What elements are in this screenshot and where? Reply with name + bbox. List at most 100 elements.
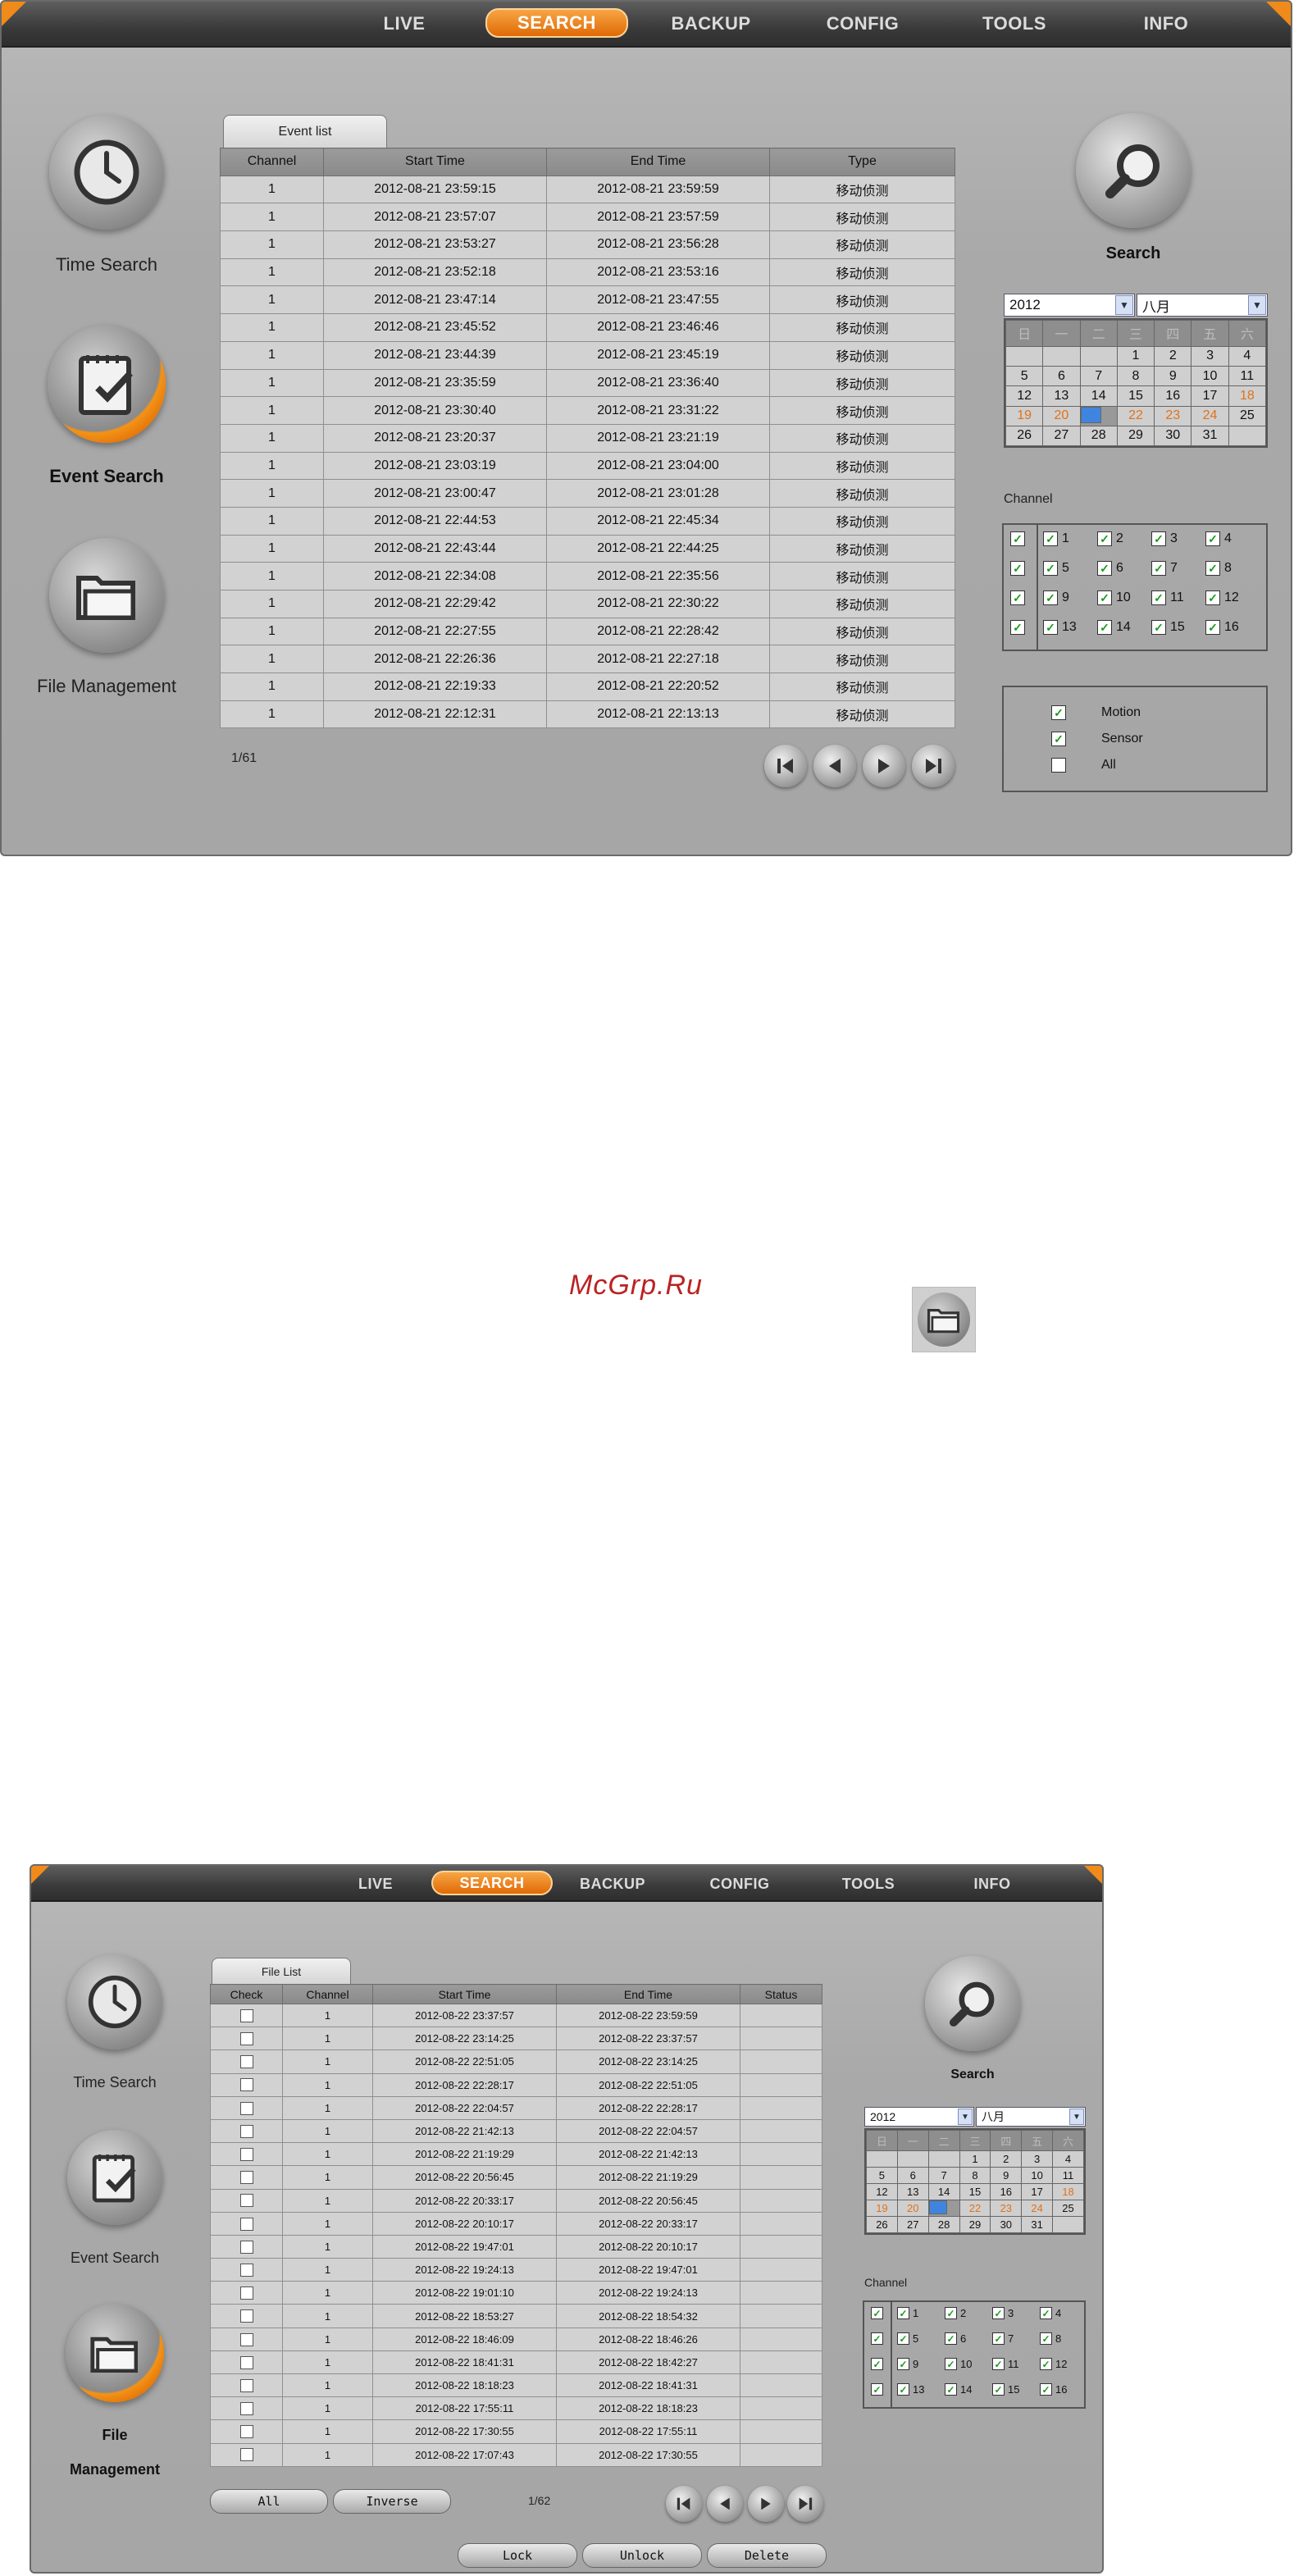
calendar-day[interactable]: 21: [1080, 406, 1102, 423]
channel-option[interactable]: ✓ 2: [945, 2307, 966, 2319]
channel-row-toggle[interactable]: ✓: [871, 2383, 886, 2396]
month-select[interactable]: 八月 ▼: [1137, 294, 1268, 317]
calendar-day[interactable]: 10: [1021, 2167, 1054, 2184]
sensor-option[interactable]: ✓ Sensor: [1051, 732, 1143, 746]
nav-info[interactable]: INFO: [1125, 10, 1207, 38]
calendar-day[interactable]: 7: [1079, 366, 1118, 387]
calendar-day[interactable]: 2: [1154, 345, 1192, 367]
first-page-button[interactable]: [666, 2486, 702, 2522]
col-type[interactable]: Type: [769, 148, 955, 176]
table-row[interactable]: 1 2012-08-21 22:34:08 2012-08-21 22:35:56 移…: [220, 562, 955, 590]
channel-option[interactable]: ✓ 7: [1151, 561, 1178, 576]
channel-option[interactable]: ✓ 4: [1205, 531, 1232, 546]
calendar-day[interactable]: 31: [1191, 425, 1229, 447]
calendar-day[interactable]: 6: [896, 2167, 929, 2184]
channel-option[interactable]: ✓ 10: [945, 2358, 972, 2370]
table-row[interactable]: 1 2012-08-22 23:14:25 2012-08-22 23:37:57: [210, 2027, 822, 2051]
nav-search[interactable]: SEARCH: [431, 1871, 553, 1895]
calendar-day[interactable]: 4: [1052, 2150, 1084, 2168]
event-search-button[interactable]: [67, 2130, 162, 2225]
table-row[interactable]: 1 2012-08-21 23:53:27 2012-08-21 23:56:28 移…: [220, 230, 955, 259]
table-row[interactable]: 1 2012-08-21 22:26:36 2012-08-21 22:27:18 移…: [220, 645, 955, 674]
nav-backup[interactable]: BACKUP: [567, 1872, 658, 1895]
calendar-day[interactable]: 11: [1228, 366, 1267, 387]
row-checkbox[interactable]: [239, 2194, 253, 2208]
col-end-time[interactable]: End Time: [546, 148, 770, 176]
calendar-day[interactable]: 23: [990, 2200, 1023, 2217]
row-checkbox[interactable]: [239, 2008, 253, 2022]
calendar-day[interactable]: 14: [927, 2183, 960, 2200]
channel-row-toggle[interactable]: ✓: [1010, 561, 1029, 576]
calendar-day[interactable]: 3: [1021, 2150, 1054, 2168]
col-start-time[interactable]: Start Time: [372, 1984, 557, 2004]
table-row[interactable]: 1 2012-08-21 23:59:15 2012-08-21 23:59:59 移…: [220, 175, 955, 204]
table-row[interactable]: 1 2012-08-21 23:03:19 2012-08-21 23:04:00 移…: [220, 451, 955, 481]
prev-page-button[interactable]: [707, 2486, 743, 2522]
row-checkbox[interactable]: [239, 2378, 253, 2392]
channel-option[interactable]: ✓ 11: [1151, 590, 1184, 605]
channel-row-toggle[interactable]: ✓: [1010, 620, 1029, 635]
unlock-button[interactable]: Unlock: [582, 2543, 702, 2568]
table-row[interactable]: 1 2012-08-21 23:47:14 2012-08-21 23:47:55 移…: [220, 285, 955, 315]
calendar-day[interactable]: 20: [896, 2200, 929, 2217]
channel-option[interactable]: ✓ 12: [1205, 590, 1239, 605]
calendar-day[interactable]: 5: [866, 2167, 898, 2184]
calendar-day[interactable]: 9: [1154, 366, 1192, 387]
table-row[interactable]: 1 2012-08-21 23:44:39 2012-08-21 23:45:19 移…: [220, 340, 955, 370]
tab-file-list[interactable]: File List: [212, 1958, 351, 1984]
calendar-day[interactable]: 22: [959, 2200, 991, 2217]
calendar-day[interactable]: 28: [1079, 425, 1118, 447]
channel-option[interactable]: ✓ 1: [897, 2307, 918, 2319]
nav-live[interactable]: LIVE: [359, 10, 449, 38]
row-checkbox[interactable]: [239, 2263, 253, 2277]
channel-option[interactable]: ✓ 6: [1097, 561, 1123, 576]
row-checkbox[interactable]: [239, 2148, 253, 2161]
calendar-day[interactable]: 13: [1042, 385, 1081, 407]
table-row[interactable]: 1 2012-08-21 22:44:53 2012-08-21 22:45:34 移…: [220, 506, 955, 536]
file-management-button[interactable]: [66, 2304, 164, 2402]
file-management-button[interactable]: [49, 538, 164, 653]
table-row[interactable]: 1 2012-08-22 20:56:45 2012-08-22 21:19:29: [210, 2165, 822, 2190]
col-status[interactable]: Status: [740, 1984, 822, 2004]
calendar-day[interactable]: 17: [1191, 385, 1229, 407]
calendar-day[interactable]: 9: [990, 2167, 1023, 2184]
table-row[interactable]: 1 2012-08-22 17:55:11 2012-08-22 18:18:23: [210, 2396, 822, 2421]
row-checkbox[interactable]: [239, 2355, 253, 2369]
channel-option[interactable]: ✓ 14: [1097, 620, 1131, 635]
calendar-day[interactable]: 27: [1042, 425, 1081, 447]
table-row[interactable]: 1 2012-08-22 17:07:43 2012-08-22 17:30:55: [210, 2442, 822, 2467]
channel-option[interactable]: ✓ 8: [1205, 561, 1232, 576]
calendar-day[interactable]: 10: [1191, 366, 1229, 387]
calendar-day[interactable]: 29: [1116, 425, 1155, 447]
channel-option[interactable]: ✓ 15: [1151, 620, 1185, 635]
table-row[interactable]: 1 2012-08-22 22:28:17 2012-08-22 22:51:05: [210, 2072, 822, 2097]
nav-config[interactable]: CONFIG: [699, 1872, 781, 1895]
col-end-time[interactable]: End Time: [556, 1984, 740, 2004]
next-page-button[interactable]: [748, 2486, 784, 2522]
channel-option[interactable]: ✓ 11: [992, 2358, 1019, 2370]
next-page-button[interactable]: [863, 745, 905, 787]
calendar-day[interactable]: 21: [928, 2200, 948, 2214]
calendar-day[interactable]: 16: [990, 2183, 1023, 2200]
search-button[interactable]: [925, 1956, 1020, 2051]
row-checkbox[interactable]: [239, 2124, 253, 2138]
col-start-time[interactable]: Start Time: [323, 148, 547, 176]
year-select[interactable]: 2012 ▼: [1004, 294, 1135, 317]
calendar-day[interactable]: 18: [1228, 385, 1267, 407]
search-button[interactable]: [1076, 113, 1191, 228]
table-row[interactable]: 1 2012-08-21 23:30:40 2012-08-21 23:31:22 移…: [220, 396, 955, 425]
nav-tools[interactable]: TOOLS: [969, 10, 1059, 38]
time-search-button[interactable]: [67, 1954, 162, 2049]
table-row[interactable]: 1 2012-08-22 19:47:01 2012-08-22 20:10:17: [210, 2234, 822, 2259]
channel-row-toggle[interactable]: ✓: [871, 2332, 886, 2345]
table-row[interactable]: 1 2012-08-22 22:04:57 2012-08-22 22:28:17: [210, 2095, 822, 2120]
channel-option[interactable]: ✓ 16: [1040, 2383, 1067, 2396]
table-row[interactable]: 1 2012-08-21 22:43:44 2012-08-21 22:44:25 移…: [220, 534, 955, 563]
calendar-day[interactable]: 1: [959, 2150, 991, 2168]
table-row[interactable]: 1 2012-08-22 18:53:27 2012-08-22 18:54:32: [210, 2304, 822, 2328]
first-page-button[interactable]: [764, 745, 807, 787]
calendar-day[interactable]: 1: [1116, 345, 1155, 367]
tab-event-list[interactable]: Event list: [223, 115, 387, 148]
calendar-day[interactable]: 14: [1079, 385, 1118, 407]
last-page-button[interactable]: [912, 745, 955, 787]
